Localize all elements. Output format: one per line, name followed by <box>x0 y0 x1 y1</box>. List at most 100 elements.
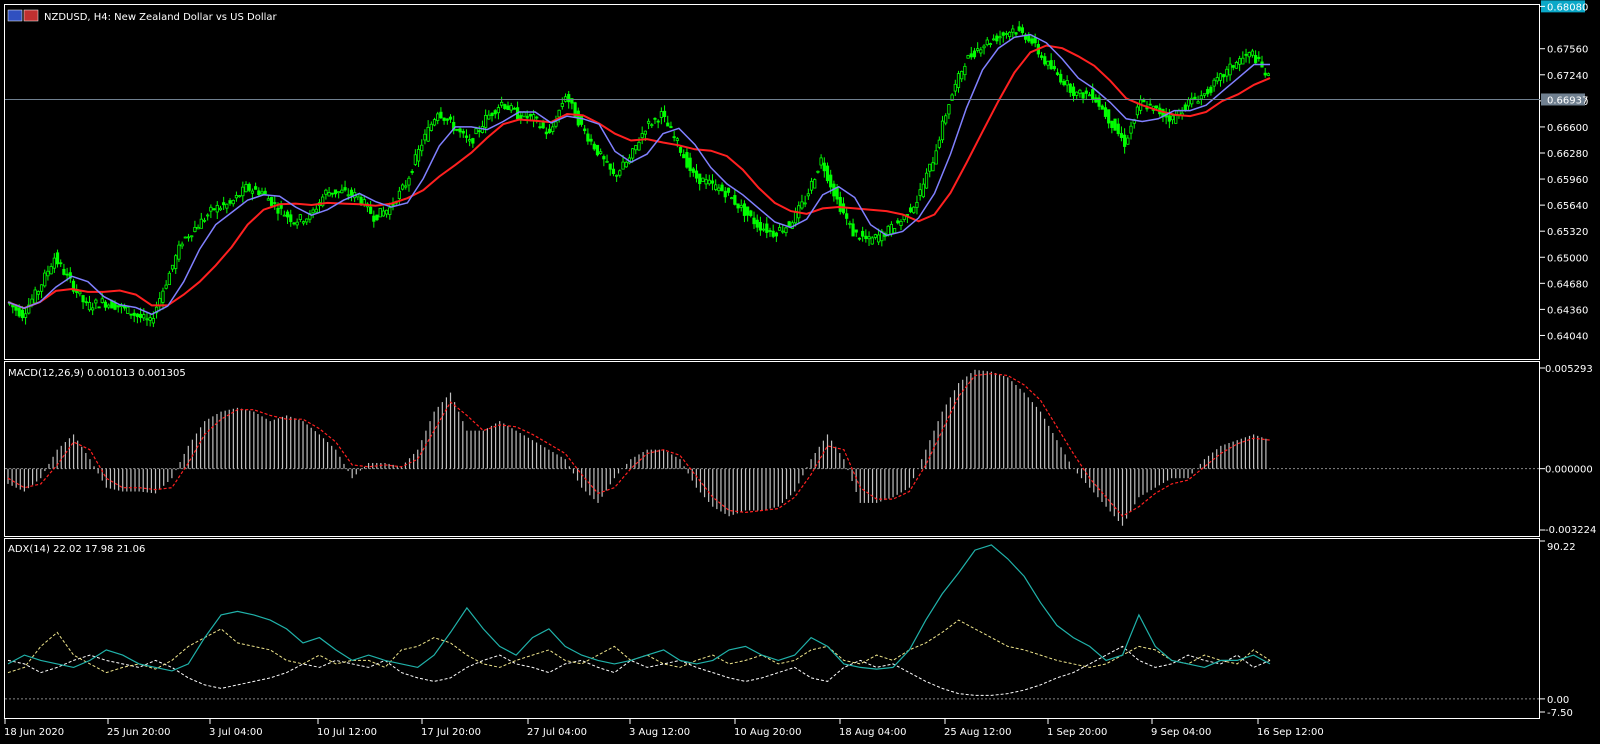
candle-body <box>400 184 405 190</box>
candle-body <box>739 204 743 208</box>
candle-body <box>1154 105 1159 109</box>
candle-body <box>892 228 897 234</box>
candle-body <box>1234 62 1239 69</box>
candle-body <box>605 160 609 163</box>
candle-body <box>528 113 532 117</box>
candle-body <box>432 119 437 126</box>
candle-body <box>285 211 290 218</box>
candle-body <box>225 203 229 209</box>
candle-body <box>247 183 251 191</box>
candle-body <box>535 116 539 119</box>
candle-body <box>266 198 270 201</box>
candle-body <box>662 110 667 118</box>
candle-body <box>512 107 516 110</box>
candle-body <box>1263 72 1267 76</box>
candle-body <box>979 49 983 54</box>
candle-body <box>276 207 280 214</box>
candle-body <box>388 207 392 216</box>
candle-body <box>384 209 389 215</box>
candle-body <box>138 313 143 318</box>
candle-body <box>420 144 424 152</box>
candle-body <box>1167 115 1171 122</box>
candle-body <box>982 45 986 49</box>
candle-body <box>618 170 622 176</box>
candle-body <box>966 55 970 59</box>
candle-body <box>496 107 501 114</box>
candle-body <box>1170 115 1175 121</box>
candle-body <box>1046 60 1050 66</box>
candle-body <box>174 255 178 269</box>
candle-body <box>637 141 641 151</box>
candle-body <box>442 117 446 121</box>
candle-body <box>14 305 18 311</box>
candle-body <box>928 163 932 172</box>
candle-body <box>1215 77 1219 82</box>
candle-body <box>656 120 660 123</box>
candle-body <box>490 112 494 116</box>
candle-body <box>97 306 101 309</box>
candle-body <box>151 318 155 324</box>
candle-body <box>1017 26 1021 31</box>
candle-body <box>1103 107 1108 117</box>
candle-body <box>254 186 258 190</box>
price-tick-label: 0.65640 <box>1547 201 1588 212</box>
trading-chart[interactable]: 0.680800.675600.672400.669200.666000.662… <box>0 0 1600 744</box>
candle-body <box>1068 83 1072 93</box>
candle-body <box>969 53 973 58</box>
candle-body <box>11 304 15 308</box>
candle-body <box>1247 52 1251 58</box>
candle-body <box>634 145 638 151</box>
candle-body <box>148 317 152 321</box>
candle-body <box>567 94 571 103</box>
candle-body <box>1004 33 1009 35</box>
candle-body <box>1116 123 1120 135</box>
candle-body <box>1091 89 1095 100</box>
candle-body <box>206 214 210 217</box>
candle-body <box>746 206 750 216</box>
candle-body <box>161 290 165 303</box>
macd-tick-label: 0.000000 <box>1545 465 1593 476</box>
candle-body <box>458 128 462 133</box>
candle-body <box>899 220 903 226</box>
candle-body <box>436 113 440 121</box>
candle-body <box>129 313 133 316</box>
candle-body <box>413 154 417 165</box>
candle-body <box>429 123 433 131</box>
candle-body <box>1129 125 1133 134</box>
candle-body <box>688 157 692 171</box>
candle-body <box>231 199 235 205</box>
candle-body <box>586 133 590 142</box>
candle-body <box>1100 105 1104 110</box>
candle-body <box>1231 65 1235 68</box>
candle-body <box>599 151 603 154</box>
candle-body <box>857 237 862 240</box>
candle-body <box>333 189 338 195</box>
candle-body <box>682 154 686 159</box>
candle-body <box>765 223 769 233</box>
candle-body <box>1174 114 1178 124</box>
candle-body <box>768 230 772 232</box>
candle-body <box>84 301 88 304</box>
candle-body <box>1062 80 1066 86</box>
candle-body <box>1206 89 1210 95</box>
candle-body <box>908 207 913 213</box>
candle-body <box>896 220 900 224</box>
candle-body <box>1254 55 1258 64</box>
candle-body <box>1199 95 1203 100</box>
candle-body <box>848 222 852 225</box>
candle-body <box>282 214 286 217</box>
candle-body <box>1078 89 1082 94</box>
candle-body <box>407 177 411 186</box>
candle-body <box>1052 65 1056 70</box>
candle-body <box>701 177 705 182</box>
candle-body <box>1014 32 1018 35</box>
candle-body <box>464 135 469 138</box>
candle-body <box>263 190 267 195</box>
candle-body <box>678 147 683 153</box>
candle-body <box>877 234 881 243</box>
candle-body <box>241 186 245 197</box>
candle-body <box>474 128 478 135</box>
candle-body <box>960 70 964 80</box>
candle-body <box>439 111 443 119</box>
candle-body <box>244 184 248 193</box>
